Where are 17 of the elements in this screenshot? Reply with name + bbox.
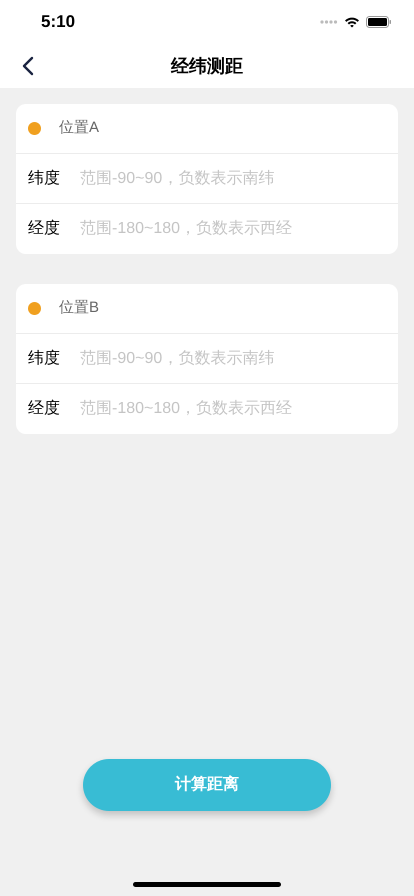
input-field[interactable]: 范围-180~180，负数表示西经 <box>80 217 386 241</box>
field-label: 经度 <box>28 218 61 239</box>
back-icon <box>22 56 34 76</box>
battery-icon <box>366 16 392 28</box>
input-field[interactable]: 范围-90~90，负数表示南纬 <box>80 346 386 370</box>
input-field[interactable]: 范围-90~90，负数表示南纬 <box>80 166 386 190</box>
status-time: 5:10 <box>41 11 76 34</box>
location-name: 位置A <box>59 118 100 138</box>
calculate-button[interactable]: 计算距离 <box>83 759 331 811</box>
location-name: 位置B <box>59 298 100 318</box>
signal-icon <box>320 20 338 24</box>
field-label: 纬度 <box>28 168 61 188</box>
wifi-icon <box>344 16 360 28</box>
field-label: 纬度 <box>28 348 61 368</box>
page-title: 经纬测距 <box>171 54 243 78</box>
field-label: 经度 <box>28 398 61 419</box>
input-field[interactable]: 范围-180~180，负数表示西经 <box>80 397 386 421</box>
